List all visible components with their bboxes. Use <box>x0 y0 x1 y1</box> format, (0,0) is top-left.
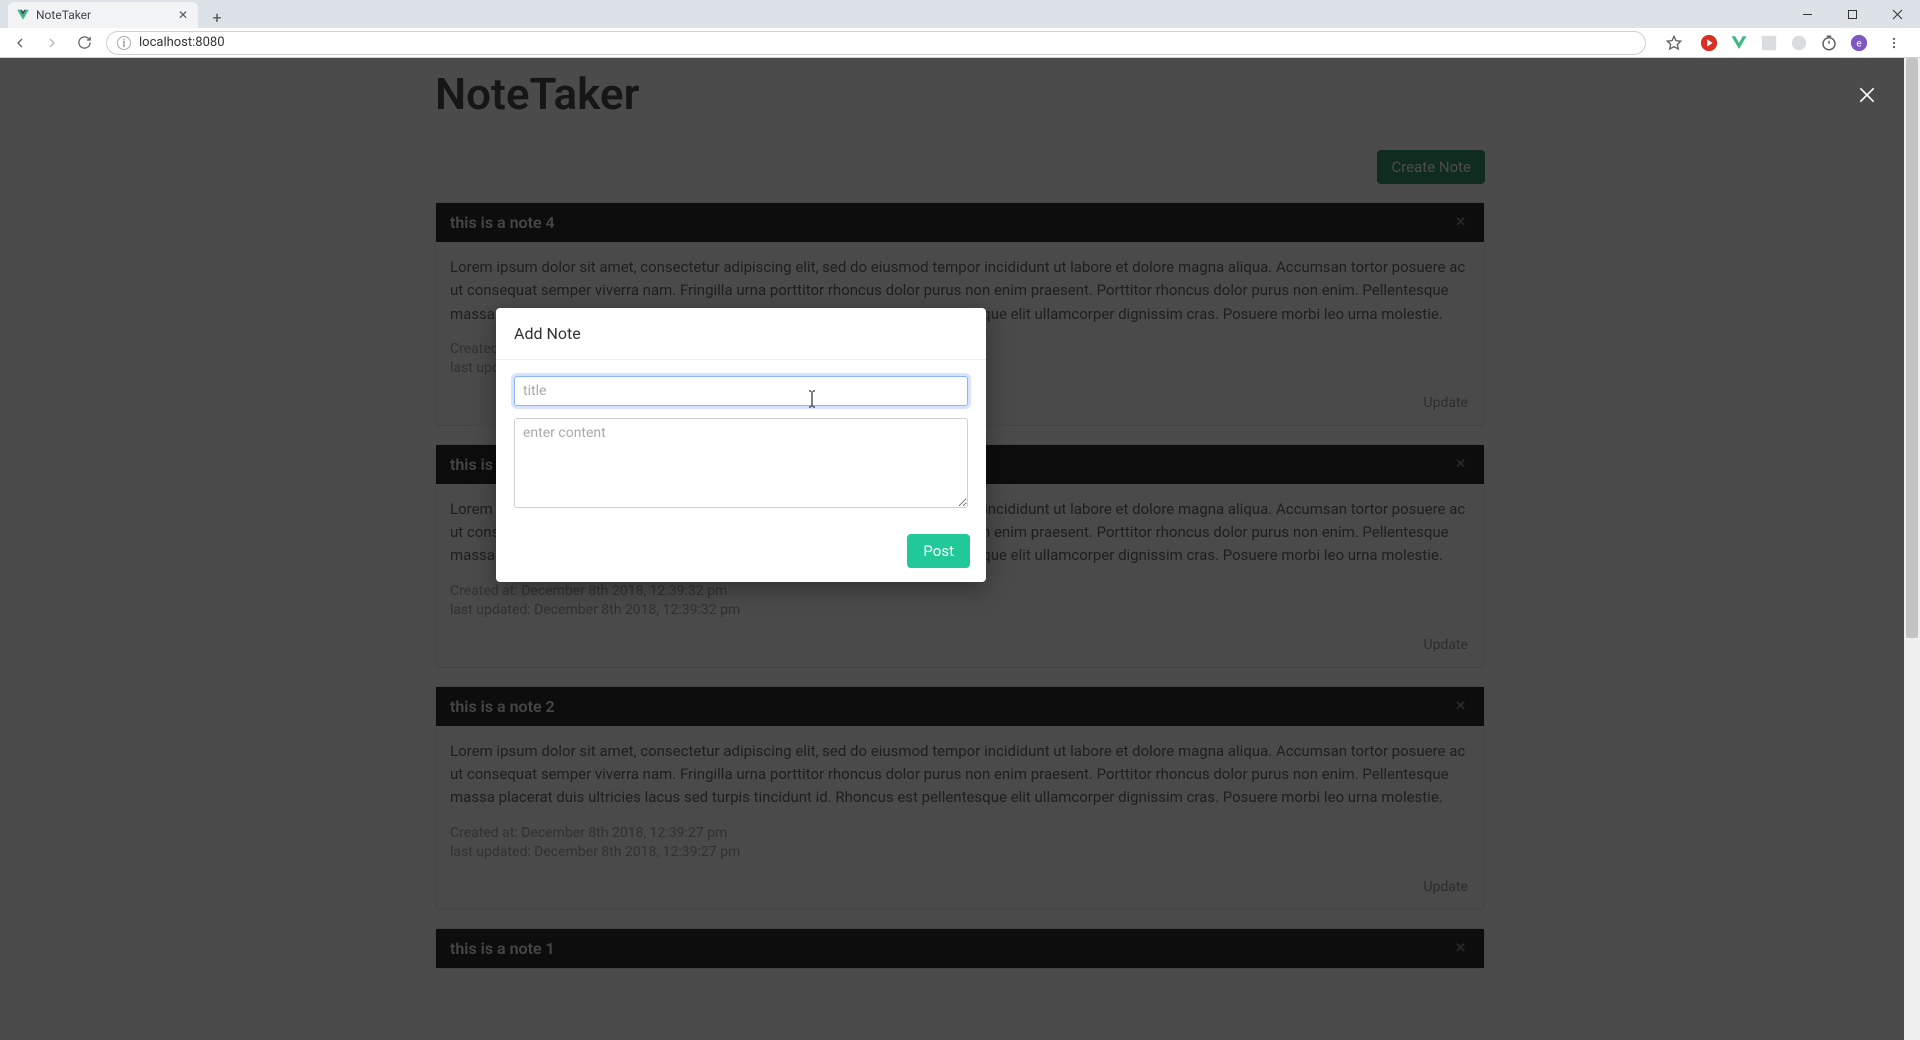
vue-favicon-icon <box>16 8 30 22</box>
new-tab-button[interactable]: + <box>206 6 228 28</box>
vertical-scrollbar[interactable] <box>1904 58 1920 1040</box>
browser-menu-icon[interactable] <box>1880 29 1908 57</box>
address-bar[interactable]: i localhost:8080 <box>106 31 1646 55</box>
site-info-icon[interactable]: i <box>117 36 131 50</box>
ext-gray-box-icon[interactable] <box>1760 34 1778 52</box>
window-controls <box>1785 0 1920 28</box>
browser-tab[interactable]: NoteTaker ✕ <box>8 2 198 28</box>
nav-reload-icon[interactable] <box>70 29 98 57</box>
profile-avatar-icon[interactable]: e <box>1850 34 1868 52</box>
bookmark-star-icon[interactable] <box>1660 29 1688 57</box>
address-row: i localhost:8080 e <box>0 28 1920 58</box>
nav-forward-icon[interactable] <box>38 29 66 57</box>
ext-stopwatch-icon[interactable] <box>1820 34 1838 52</box>
page-viewport: NoteTaker Create Note this is a note 4✕L… <box>0 58 1920 1040</box>
ext-red-play-icon[interactable] <box>1700 34 1718 52</box>
ext-vue-icon[interactable] <box>1730 34 1748 52</box>
window-minimize-icon[interactable] <box>1785 0 1830 28</box>
nav-back-icon[interactable] <box>6 29 34 57</box>
extension-icons: e <box>1654 29 1914 57</box>
note-title-input[interactable] <box>514 376 968 406</box>
tab-title: NoteTaker <box>36 8 170 22</box>
ext-gray-circle-icon[interactable] <box>1790 34 1808 52</box>
window-close-icon[interactable] <box>1875 0 1920 28</box>
browser-chrome: NoteTaker ✕ + i localhost:8080 e <box>0 0 1920 58</box>
svg-text:e: e <box>1856 38 1861 49</box>
add-note-modal: Add Note Post <box>496 308 986 582</box>
tab-close-icon[interactable]: ✕ <box>176 8 190 22</box>
modal-title: Add Note <box>496 308 986 360</box>
modal-close-icon[interactable] <box>1852 80 1882 110</box>
post-button[interactable]: Post <box>907 534 970 568</box>
window-maximize-icon[interactable] <box>1830 0 1875 28</box>
tab-strip: NoteTaker ✕ + <box>0 0 1920 28</box>
scrollbar-thumb[interactable] <box>1906 58 1918 638</box>
note-content-textarea[interactable] <box>514 418 968 508</box>
url-text: localhost:8080 <box>139 35 225 50</box>
